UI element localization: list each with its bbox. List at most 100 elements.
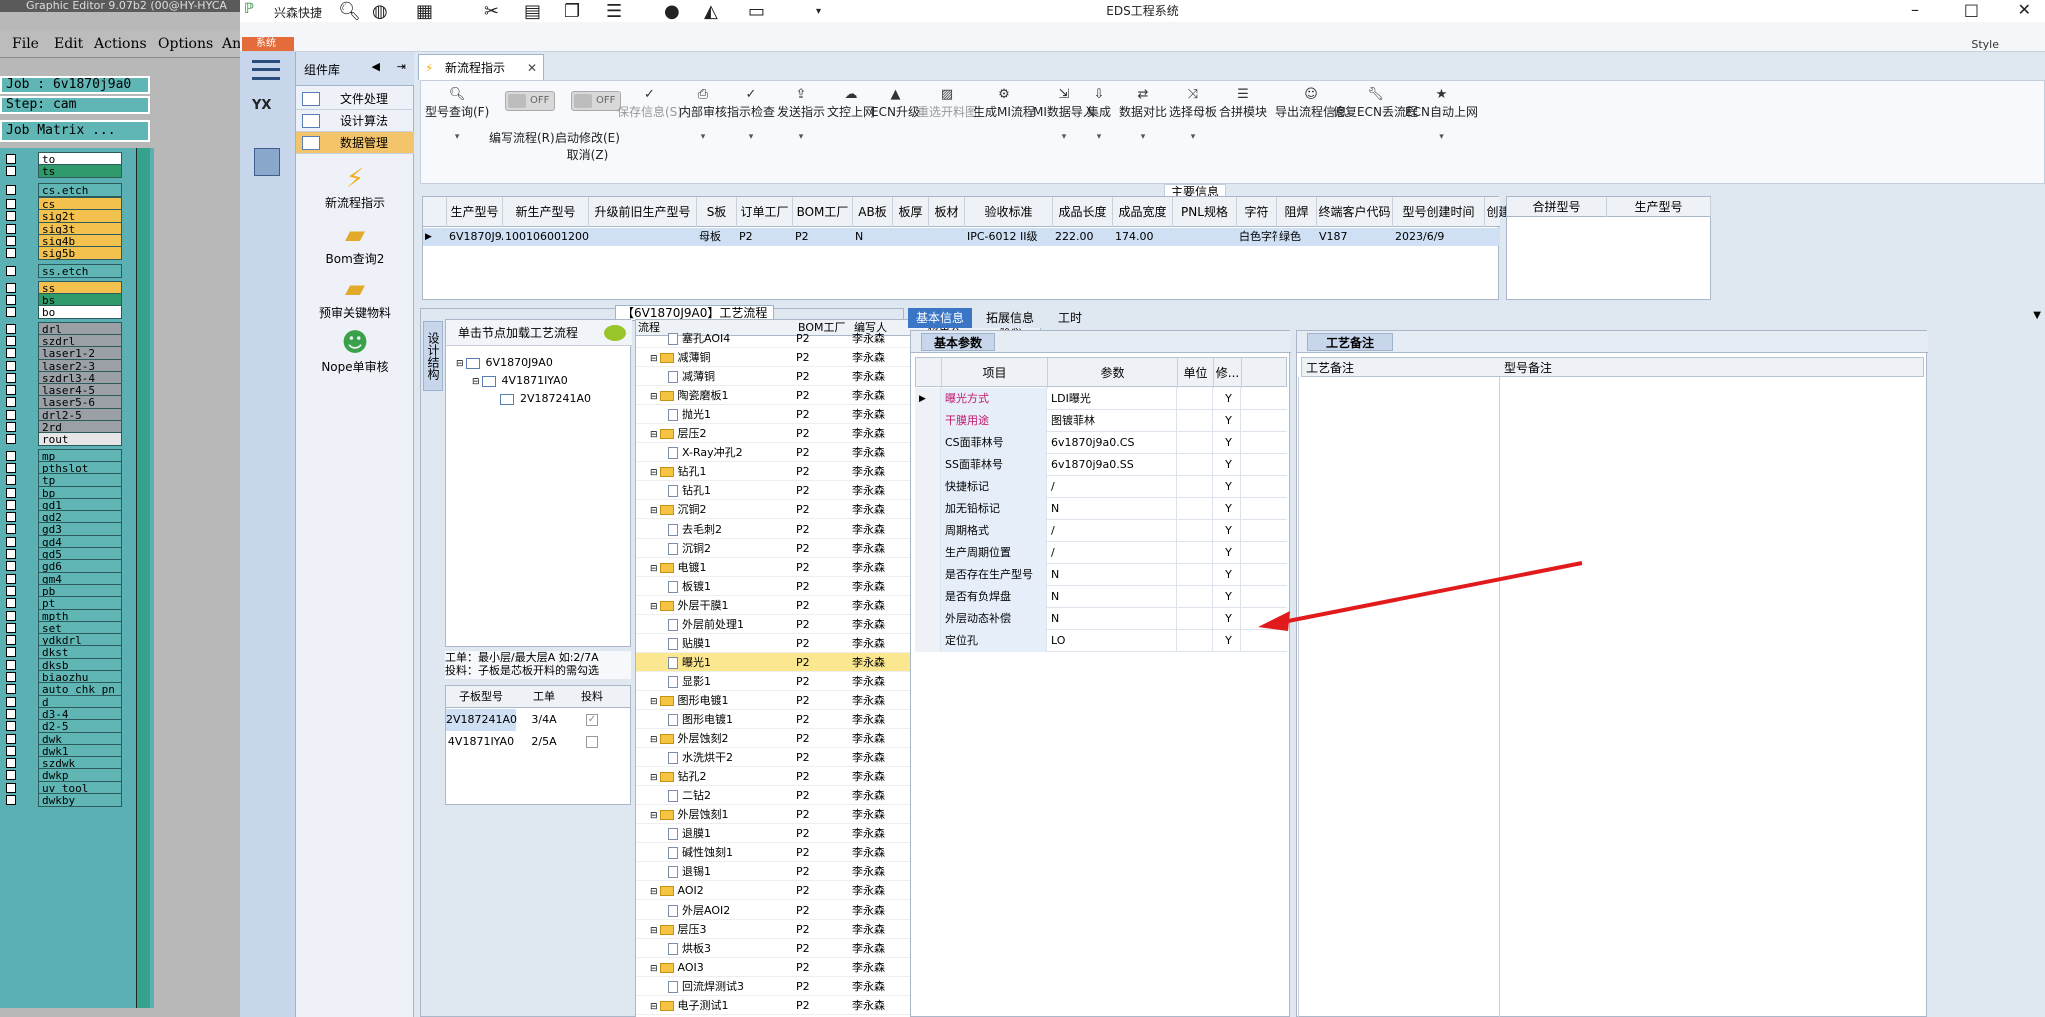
chevron-down-icon[interactable]: ▾ — [679, 132, 727, 142]
layer-checkbox[interactable] — [6, 745, 16, 756]
chevron-down-icon[interactable]: ▾ — [1119, 132, 1167, 142]
tab-basic-info[interactable]: 基本信息 — [908, 308, 973, 328]
menu-file[interactable]: File — [12, 36, 39, 52]
monitor-icon[interactable]: ▭ — [748, 1, 765, 22]
layer-checkbox[interactable] — [6, 307, 16, 318]
maximize-icon[interactable]: □ — [1964, 0, 1979, 19]
library-item-algorithm[interactable]: 设计算法 — [296, 110, 414, 132]
toolbar-button[interactable]: ⇄ 数据对比 ▾ — [1119, 87, 1167, 142]
layer-checkbox[interactable] — [6, 758, 16, 769]
collapse-icon[interactable]: ⊟ — [650, 811, 658, 821]
layer-checkbox[interactable] — [6, 536, 16, 547]
param-row[interactable]: 快捷标记 / Y — [915, 476, 1287, 498]
chevron-down-icon[interactable]: ▾ — [727, 132, 775, 142]
tree-node[interactable]: ⊟ 6V1870J9A0 — [456, 356, 553, 369]
system-button[interactable]: 系统 — [242, 37, 294, 51]
toolbar-button[interactable]: ▲ ECN升级 — [871, 87, 920, 120]
collapse-icon[interactable]: ⊟ — [650, 735, 658, 745]
param-value[interactable]: N — [1047, 608, 1177, 630]
tab-new-flow[interactable]: ⚡ 新流程指示 ✕ — [418, 54, 544, 80]
collapse-icon[interactable]: ⊟ — [650, 697, 658, 707]
chevron-down-icon[interactable]: ▾ — [1087, 132, 1111, 142]
param-row[interactable]: ▶ 曝光方式 LDI曝光 Y — [915, 388, 1287, 410]
layer-checkbox[interactable] — [6, 635, 16, 646]
library-new-flow[interactable]: ⚡ 新流程指示 — [296, 164, 414, 211]
copy-icon[interactable]: ❐ — [564, 1, 580, 22]
search-icon[interactable]: 🔍︎ — [338, 1, 361, 22]
chevron-down-icon[interactable]: ▾ — [1033, 132, 1095, 142]
table-icon[interactable]: ▦ — [416, 1, 433, 22]
param-value[interactable]: / — [1047, 476, 1177, 498]
toolbar-button[interactable]: ⚙ 生成MI流程 — [973, 87, 1035, 120]
close-icon[interactable]: ✕ — [2018, 0, 2031, 19]
menu-actions[interactable]: Actions — [94, 36, 147, 52]
param-value[interactable]: / — [1047, 542, 1177, 564]
param-value[interactable]: N — [1047, 498, 1177, 520]
param-row[interactable]: SS面菲林号 6v1870j9a0.SS Y — [915, 454, 1287, 476]
library-key-material[interactable]: ▰ 预审关键物料 — [296, 274, 414, 321]
param-row[interactable]: 干膜用途 图镀菲林 Y — [915, 410, 1287, 432]
tab-work-hours[interactable]: 工时 — [1050, 308, 1090, 328]
library-item-file[interactable]: 文件处理 — [296, 88, 414, 110]
list-icon[interactable]: ☰ — [606, 1, 622, 22]
toolbar-button[interactable]: ⎙ 内部审核 ▾ — [679, 87, 727, 142]
collapse-icon[interactable]: ⊟ — [650, 354, 658, 364]
layer-checkbox[interactable] — [6, 360, 16, 371]
calculator-icon[interactable] — [254, 148, 280, 176]
collapse-icon[interactable]: ⊟ — [650, 430, 658, 440]
layer-checkbox[interactable] — [6, 549, 16, 559]
layer-checkbox[interactable] — [6, 223, 16, 234]
library-item-data[interactable]: 数据管理 — [296, 132, 414, 154]
film-icon[interactable]: ▤ — [524, 1, 541, 22]
toggle-switch[interactable]: OFF — [505, 91, 555, 111]
layer-row[interactable]: bo — [2, 305, 122, 320]
layer-checkbox[interactable] — [6, 672, 16, 682]
minimize-icon[interactable]: – — [1911, 0, 1919, 19]
layer-checkbox[interactable] — [6, 610, 16, 621]
dropdown-icon[interactable]: ▾ — [816, 6, 821, 17]
collapse-icon[interactable]: ⊟ — [650, 392, 658, 402]
toolbar-button[interactable]: ⇲ MI数据导入 ▾ — [1033, 87, 1095, 142]
chevron-down-icon[interactable]: ▾ — [1405, 132, 1478, 142]
chevron-down-icon[interactable]: ▾ — [1169, 132, 1217, 142]
layer-checkbox[interactable] — [6, 598, 16, 609]
layer-row[interactable]: dwkby — [2, 793, 122, 807]
layer-checkbox[interactable] — [6, 372, 16, 383]
toolbar-button[interactable]: 编写流程(R) — [489, 129, 555, 146]
library-nope-review[interactable]: ☻ Nope单审核 — [296, 328, 414, 375]
chevron-down-icon[interactable]: ▼ — [2033, 310, 2041, 321]
layer-row[interactable]: ss.etch — [2, 264, 122, 279]
chart-icon[interactable]: ◭ — [704, 1, 718, 22]
style-dropdown[interactable]: Style — [1971, 38, 1999, 51]
param-value[interactable]: 图镀菲林 — [1047, 410, 1177, 432]
layer-checkbox[interactable] — [6, 561, 16, 572]
param-row[interactable]: 加无铅标记 N Y — [915, 498, 1287, 520]
menu-options[interactable]: Options — [158, 36, 213, 52]
layer-checkbox[interactable] — [6, 295, 16, 305]
toolbar-button[interactable]: ▨ 重选开料图 — [917, 87, 977, 120]
layer-checkbox[interactable] — [6, 573, 16, 584]
toolbar-button[interactable]: ✓ 指示检查 ▾ — [727, 87, 775, 142]
sidebar-logo[interactable]: YX — [252, 98, 271, 113]
collapse-icon[interactable]: ⊟ — [650, 1002, 658, 1012]
layer-checkbox[interactable] — [6, 184, 16, 195]
layer-checkbox[interactable] — [6, 335, 16, 346]
layer-checkbox[interactable] — [6, 154, 16, 164]
feed-checkbox[interactable] — [586, 736, 598, 748]
param-row[interactable]: CS面菲林号 6v1870j9a0.CS Y — [915, 432, 1287, 454]
layer-checkbox[interactable] — [6, 385, 16, 396]
layer-checkbox[interactable] — [6, 348, 16, 359]
toolbar-button[interactable]: ☁ 文控上网 — [827, 87, 875, 120]
toolbar-button[interactable]: ⇩ 集成 ▾ — [1087, 87, 1111, 142]
layer-checkbox[interactable] — [6, 659, 16, 670]
layer-checkbox[interactable] — [6, 422, 16, 432]
layer-checkbox[interactable] — [6, 770, 16, 781]
chevron-down-icon[interactable]: ▾ — [425, 132, 489, 142]
toolbar-button[interactable]: 启动修改(E) 取消(Z) — [555, 129, 620, 163]
layer-list-scrollbar[interactable] — [136, 148, 150, 1008]
layer-checkbox[interactable] — [6, 450, 16, 461]
param-row[interactable]: 生产周期位置 / Y — [915, 542, 1287, 564]
collapse-icon[interactable]: ⊟ — [650, 602, 658, 612]
user-icon[interactable]: ● — [664, 1, 680, 22]
layer-checkbox[interactable] — [6, 795, 16, 805]
